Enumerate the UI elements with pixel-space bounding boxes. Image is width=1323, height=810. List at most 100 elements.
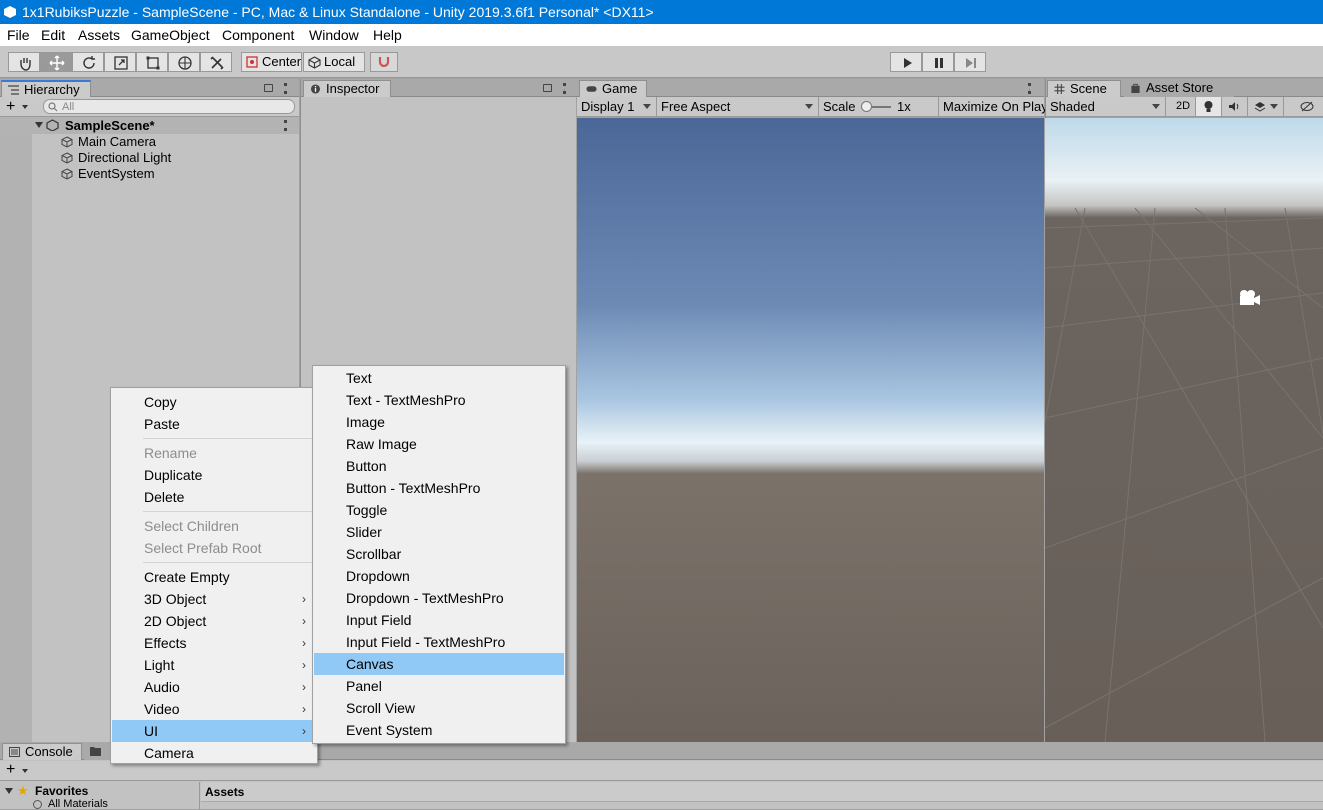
display-dropdown[interactable]: Display 1 (577, 97, 657, 116)
scale-slider-thumb[interactable] (861, 101, 872, 112)
favorites-item-all-materials[interactable]: All Materials (48, 798, 108, 810)
pause-button[interactable] (922, 52, 954, 72)
hierarchy-tab-label: Hierarchy (24, 82, 80, 97)
tab-game[interactable]: Game (579, 80, 647, 97)
custom-tool-button[interactable] (200, 52, 232, 72)
inspector-options-icon[interactable] (563, 83, 566, 94)
play-button[interactable] (890, 52, 922, 72)
project-add-icon[interactable]: + (6, 761, 15, 779)
gameobject-cube-icon (61, 136, 73, 148)
menu-item-paste[interactable]: Paste (112, 413, 316, 435)
shading-dropdown[interactable]: Shaded (1046, 97, 1166, 116)
search-icon (48, 102, 58, 112)
audio-toggle[interactable] (1222, 97, 1248, 116)
submenu-item-raw-image[interactable]: Raw Image (314, 433, 564, 455)
menu-item-ui[interactable]: UI › (112, 720, 316, 742)
hierarchy-search-input[interactable]: All (43, 99, 295, 114)
hierarchy-item-directional-light[interactable]: Directional Light (78, 150, 171, 166)
shading-value: Shaded (1050, 99, 1095, 114)
assets-breadcrumb[interactable]: Assets (205, 785, 244, 799)
move-tool-button[interactable] (40, 52, 72, 72)
star-icon: ★ (17, 783, 29, 798)
lighting-toggle[interactable] (1196, 97, 1222, 116)
pause-icon (935, 58, 943, 68)
expand-arrow-icon[interactable] (35, 122, 43, 128)
submenu-item-dropdown-textmeshpro[interactable]: Dropdown - TextMeshPro (314, 587, 564, 609)
submenu-item-scroll-view[interactable]: Scroll View (314, 697, 564, 719)
hand-tool-button[interactable] (8, 52, 40, 72)
menu-item-copy[interactable]: Copy (112, 391, 316, 413)
submenu-item-input-field-textmeshpro[interactable]: Input Field - TextMeshPro (314, 631, 564, 653)
hierarchy-options-icon[interactable] (284, 83, 287, 94)
menu-component[interactable]: Component (222, 24, 294, 46)
rect-tool-button[interactable] (136, 52, 168, 72)
aspect-dropdown[interactable]: Free Aspect (657, 97, 819, 116)
submenu-item-button-textmeshpro[interactable]: Button - TextMeshPro (314, 477, 564, 499)
tab-asset-store[interactable]: Asset Store (1124, 80, 1234, 97)
submenu-item-text[interactable]: Text (314, 367, 564, 389)
game-toolbar: Display 1 Free Aspect Scale 1x Maximize … (577, 97, 1048, 117)
2d-mode-toggle[interactable]: 2D (1172, 97, 1196, 116)
tab-console[interactable]: Console (2, 743, 82, 760)
menu-gameobject[interactable]: GameObject (131, 24, 210, 46)
menu-item-delete[interactable]: Delete (112, 486, 316, 508)
menu-item-audio[interactable]: Audio › (112, 676, 316, 698)
add-icon[interactable]: + (6, 97, 15, 116)
scene-row[interactable]: SampleScene* (0, 117, 299, 134)
submenu-item-panel[interactable]: Panel (314, 675, 564, 697)
game-options-icon[interactable] (1028, 83, 1031, 94)
hierarchy-tabbar: Hierarchy (0, 79, 299, 97)
tab-scene[interactable]: Scene (1047, 80, 1121, 97)
submenu-item-toggle[interactable]: Toggle (314, 499, 564, 521)
menu-help[interactable]: Help (373, 24, 402, 46)
camera-gizmo-icon[interactable] (1236, 288, 1264, 308)
menu-item-light[interactable]: Light › (112, 654, 316, 676)
hierarchy-item-eventsystem[interactable]: EventSystem (78, 166, 155, 182)
menu-item-2d-object[interactable]: 2D Object › (112, 610, 316, 632)
transform-tool-button[interactable] (168, 52, 200, 72)
menu-edit[interactable]: Edit (41, 24, 65, 46)
hidden-objects-toggle[interactable] (1284, 97, 1323, 116)
rotate-icon (83, 56, 95, 69)
submenu-item-event-system[interactable]: Event System (314, 719, 564, 741)
submenu-item-button[interactable]: Button (314, 455, 564, 477)
maximize-on-play-toggle[interactable]: Maximize On Play (939, 97, 1048, 116)
scale-tool-button[interactable] (104, 52, 136, 72)
tab-inspector[interactable]: Inspector (303, 80, 391, 97)
step-icon (966, 58, 976, 68)
submenu-item-scrollbar[interactable]: Scrollbar (314, 543, 564, 565)
favorites-expand-icon[interactable] (5, 788, 13, 794)
snap-toggle-button[interactable] (370, 52, 398, 72)
submenu-item-input-field[interactable]: Input Field (314, 609, 564, 631)
menu-item-video[interactable]: Video › (112, 698, 316, 720)
pivot-center-button[interactable]: Center (241, 52, 302, 72)
step-button[interactable] (954, 52, 986, 72)
hierarchy-item-main-camera[interactable]: Main Camera (78, 134, 156, 150)
inspector-lock-icon[interactable] (543, 84, 552, 92)
game-view[interactable] (577, 118, 1044, 742)
menu-assets[interactable]: Assets (78, 24, 120, 46)
effects-dropdown[interactable] (1248, 97, 1284, 116)
favorites-label[interactable]: Favorites (35, 784, 88, 798)
menu-item-3d-object[interactable]: 3D Object › (112, 588, 316, 610)
submenu-item-canvas[interactable]: Canvas (314, 653, 564, 675)
menu-item-create-empty[interactable]: Create Empty (112, 566, 316, 588)
add-dropdown-icon[interactable] (22, 105, 28, 109)
submenu-item-slider[interactable]: Slider (314, 521, 564, 543)
scene-view[interactable] (1045, 118, 1323, 742)
menu-item-duplicate[interactable]: Duplicate (112, 464, 316, 486)
scene-options-icon[interactable] (284, 120, 287, 131)
shopping-bag-icon (1131, 83, 1140, 93)
tab-hierarchy[interactable]: Hierarchy (1, 80, 91, 97)
menu-file[interactable]: File (7, 24, 30, 46)
submenu-item-dropdown[interactable]: Dropdown (314, 565, 564, 587)
rotate-tool-button[interactable] (72, 52, 104, 72)
submenu-item-text-textmeshpro[interactable]: Text - TextMeshPro (314, 389, 564, 411)
space-local-button[interactable]: Local (303, 52, 365, 72)
menu-item-camera[interactable]: Camera (112, 742, 316, 764)
lock-icon[interactable] (264, 84, 273, 92)
project-add-dropdown-icon[interactable] (22, 769, 28, 773)
submenu-item-image[interactable]: Image (314, 411, 564, 433)
menu-item-effects[interactable]: Effects › (112, 632, 316, 654)
menu-window[interactable]: Window (309, 24, 359, 46)
